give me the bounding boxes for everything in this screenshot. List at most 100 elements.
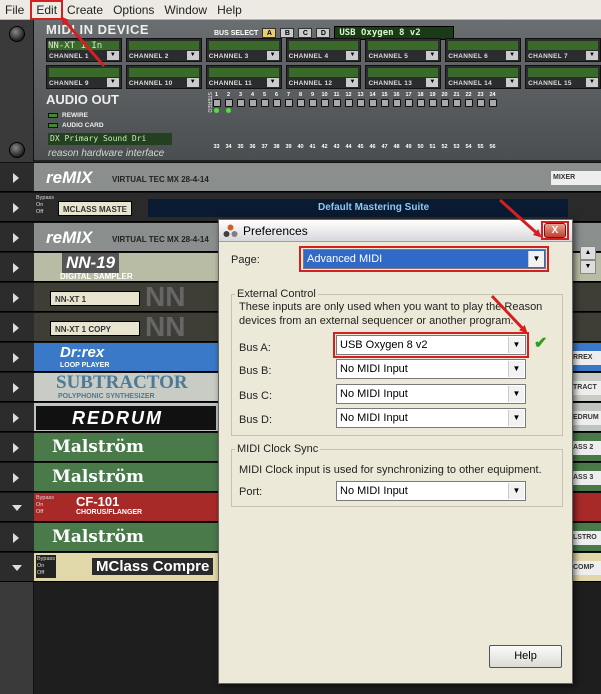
rewire-option[interactable]: REWIRE [48, 112, 88, 119]
audio-card-option[interactable]: AUDIO CARD [48, 122, 104, 129]
dropdown-arrow-icon[interactable]: ▼ [508, 361, 524, 377]
bus-a-button[interactable]: A [262, 28, 277, 38]
menu-edit[interactable]: Edit [30, 0, 64, 20]
audio-output-jack[interactable]: 14 [368, 92, 377, 113]
channel-slot[interactable]: CHANNEL 10 ▼ [125, 65, 202, 89]
menu-window[interactable]: Window [159, 1, 212, 19]
audio-output-jack[interactable]: 15 [380, 92, 389, 113]
channel-slot[interactable]: CHANNEL 11 ▼ [205, 65, 282, 89]
dropdown-arrow-icon[interactable]: ▼ [586, 51, 599, 60]
audio-output-jack[interactable]: 22 [464, 92, 473, 113]
channel-slot[interactable]: CHANNEL 9 ▼ [46, 65, 122, 89]
audio-output-jack[interactable]: 11 [332, 92, 341, 113]
expand-arrow-icon[interactable] [13, 473, 19, 483]
dropdown-arrow-icon[interactable]: ▼ [426, 78, 439, 87]
channel-slot[interactable]: CHANNEL 4 ▼ [285, 38, 362, 62]
audio-output-jack[interactable]: 17 [404, 92, 413, 113]
bus-b-button[interactable]: B [280, 28, 295, 38]
audio-output-jack[interactable]: 20 [440, 92, 449, 113]
dropdown-arrow-icon[interactable]: ▼ [508, 483, 524, 499]
port-select[interactable]: No MIDI Input ▼ [336, 481, 526, 501]
audio-output-jack[interactable]: 24 [488, 92, 497, 113]
audio-output-jack[interactable]: 16 [392, 92, 401, 113]
expand-arrow-icon[interactable] [13, 353, 19, 363]
bypass-switch[interactable]: Bypass On Off [36, 495, 54, 516]
channel-slot[interactable]: CHANNEL 14 ▼ [445, 65, 522, 89]
rack-device-remix[interactable]: reMIX VIRTUAL TEC MX 28-4-14 MIXER [0, 162, 601, 192]
page-select[interactable]: Advanced MIDI ▼ [303, 249, 546, 269]
expand-arrow-icon[interactable] [13, 203, 19, 213]
channel-slot[interactable]: CHANNEL 15 ▼ [525, 65, 601, 89]
scroll-up-icon[interactable]: ▲ [580, 246, 596, 260]
expand-arrow-icon[interactable] [13, 383, 19, 393]
dropdown-arrow-icon[interactable]: ▼ [106, 51, 119, 60]
audio-output-jack[interactable]: 1 [212, 92, 221, 113]
menu-file[interactable]: File [0, 1, 29, 19]
dropdown-arrow-icon[interactable]: ▼ [186, 51, 199, 60]
dropdown-arrow-icon[interactable]: ▼ [186, 78, 199, 87]
channel-slot[interactable]: CHANNEL 12 ▼ [285, 65, 362, 89]
bypass-switch[interactable]: Bypass On Off [36, 195, 54, 216]
expand-arrow-icon[interactable] [13, 323, 19, 333]
close-button[interactable]: X [544, 223, 566, 238]
dropdown-arrow-icon[interactable]: ▼ [586, 78, 599, 87]
audio-output-jack[interactable]: 2 [224, 92, 233, 113]
scroll-down-icon[interactable]: ▼ [580, 260, 596, 274]
dropdown-arrow-icon[interactable]: ▼ [346, 51, 359, 60]
audio-output-jack[interactable]: 19 [428, 92, 437, 113]
audio-output-jack[interactable]: 13 [356, 92, 365, 113]
audio-output-jack[interactable]: 12 [344, 92, 353, 113]
bus-d-button[interactable]: D [316, 28, 331, 38]
audio-output-jack[interactable]: 9 [308, 92, 317, 113]
dropdown-arrow-icon[interactable]: ▼ [506, 51, 519, 60]
expand-arrow-icon[interactable] [13, 263, 19, 273]
audio-output-jack[interactable]: 23 [476, 92, 485, 113]
audio-output-jack[interactable]: 8 [296, 92, 305, 113]
audio-output-jack[interactable]: 18 [416, 92, 425, 113]
channel-slot[interactable]: CHANNEL 7 ▼ [525, 38, 601, 62]
audio-output-jack[interactable]: 7 [284, 92, 293, 113]
audio-output-jack[interactable]: 5 [260, 92, 269, 113]
dropdown-arrow-icon[interactable]: ▼ [346, 78, 359, 87]
channel-slot[interactable]: CHANNEL 3 ▼ [205, 38, 282, 62]
channel-slot[interactable]: CHANNEL 6 ▼ [445, 38, 522, 62]
channel-slot[interactable]: CHANNEL 13 ▼ [365, 65, 442, 89]
bus-d-select[interactable]: No MIDI Input ▼ [336, 408, 526, 428]
menu-create[interactable]: Create [62, 1, 108, 19]
bus-a-select[interactable]: USB Oxygen 8 v2 ▼ [336, 335, 526, 355]
help-button[interactable]: Help [489, 645, 562, 668]
expand-arrow-icon[interactable] [13, 533, 19, 543]
dropdown-arrow-icon[interactable]: ▼ [508, 410, 524, 426]
audio-output-jack[interactable]: 3 [236, 92, 245, 113]
dropdown-arrow-icon[interactable]: ▼ [528, 251, 544, 267]
channel-slot[interactable]: CHANNEL 5 ▼ [365, 38, 442, 62]
menu-options[interactable]: Options [108, 1, 159, 19]
collapse-arrow-icon[interactable] [12, 505, 22, 511]
expand-arrow-icon[interactable] [13, 443, 19, 453]
audio-output-jack[interactable]: 10 [320, 92, 329, 113]
expand-arrow-icon[interactable] [13, 173, 19, 183]
dropdown-arrow-icon[interactable]: ▼ [266, 78, 279, 87]
audio-output-jack[interactable]: 6 [272, 92, 281, 113]
bypass-switch[interactable]: Bypass On Off [36, 555, 57, 578]
dropdown-arrow-icon[interactable]: ▼ [426, 51, 439, 60]
expand-arrow-icon[interactable] [13, 413, 19, 423]
collapse-arrow-icon[interactable] [12, 565, 22, 571]
expand-arrow-icon[interactable] [13, 293, 19, 303]
dropdown-arrow-icon[interactable]: ▼ [508, 386, 524, 402]
menu-help[interactable]: Help [212, 1, 247, 19]
expand-arrow-icon[interactable] [13, 233, 19, 243]
audio-output-jack[interactable]: 21 [452, 92, 461, 113]
rack-device-mclass[interactable]: Bypass On Off MCLASS MASTE Default Masteri… [0, 192, 601, 222]
dropdown-arrow-icon[interactable]: ▼ [506, 78, 519, 87]
rack-scrollbar[interactable]: ▲ ▼ [575, 242, 601, 682]
audio-output-jack[interactable]: 4 [248, 92, 257, 113]
dialog-titlebar[interactable]: Preferences X [219, 220, 572, 242]
dropdown-arrow-icon[interactable]: ▼ [106, 78, 119, 87]
dropdown-arrow-icon[interactable]: ▼ [266, 51, 279, 60]
bus-b-select[interactable]: No MIDI Input ▼ [336, 359, 526, 379]
dropdown-arrow-icon[interactable]: ▼ [508, 337, 524, 353]
bus-c-button[interactable]: C [298, 28, 313, 38]
bus-c-select[interactable]: No MIDI Input ▼ [336, 384, 526, 404]
channel-slot[interactable]: CHANNEL 2 ▼ [125, 38, 202, 62]
